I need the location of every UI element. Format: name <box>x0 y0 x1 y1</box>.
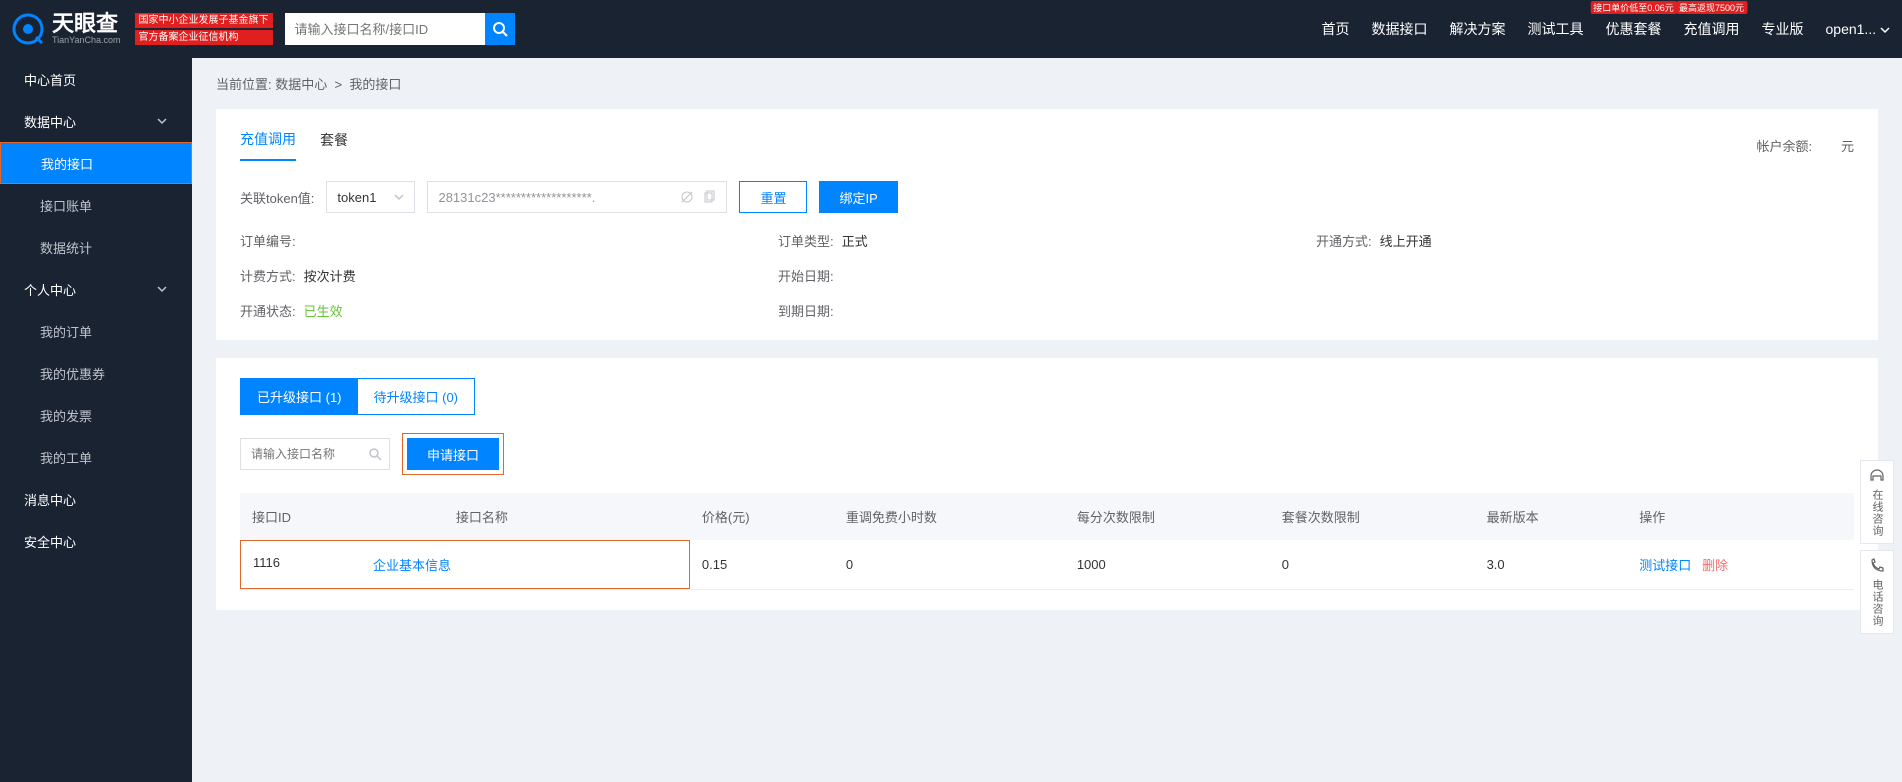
copy-icon[interactable] <box>702 190 716 204</box>
th-free-hours: 重调免费小时数 <box>834 493 1065 540</box>
apply-button-highlight: 申请接口 <box>402 433 504 475</box>
apply-api-button[interactable]: 申请接口 <box>407 438 499 470</box>
action-test[interactable]: 测试接口 <box>1639 558 1691 573</box>
cell-id: 1116 <box>241 541 361 588</box>
sidebar-item-api-bills[interactable]: 接口账单 <box>0 184 192 226</box>
breadcrumb-part-2: 我的接口 <box>349 77 401 92</box>
top-nav: 首页 数据接口 解决方案 测试工具 接口单价低至0.06元 优惠套餐 最高返现7… <box>1322 19 1891 39</box>
cell-free-hours: 0 <box>834 540 1065 590</box>
chevron-down-icon <box>156 283 168 295</box>
sidebar-item-stats[interactable]: 数据统计 <box>0 226 192 268</box>
sidebar-item-my-api[interactable]: 我的接口 <box>0 142 192 184</box>
cell-actions: 测试接口 删除 <box>1627 540 1854 590</box>
filter-row: 申请接口 <box>240 433 1854 475</box>
nav-solutions[interactable]: 解决方案 <box>1450 19 1506 39</box>
cell-price: 0.15 <box>690 540 834 590</box>
cell-name-link[interactable]: 企业基本信息 <box>361 541 463 588</box>
logo-icon <box>12 13 44 45</box>
header-badge-1: 国家中小企业发展子基金旗下 <box>135 13 273 28</box>
float-consult-button[interactable]: 在线咨询 <box>1860 460 1894 544</box>
main-content: 当前位置: 数据中心 > 我的接口 充值调用 套餐 帐户余额: 元 关联toke… <box>192 58 1902 782</box>
sidebar-item-tickets[interactable]: 我的工单 <box>0 436 192 478</box>
tab-package[interactable]: 套餐 <box>320 130 348 160</box>
sidebar-item-orders[interactable]: 我的订单 <box>0 310 192 352</box>
th-package-limit: 套餐次数限制 <box>1270 493 1475 540</box>
sidebar-item-personal[interactable]: 个人中心 <box>0 268 192 310</box>
sidebar-item-coupons[interactable]: 我的优惠券 <box>0 352 192 394</box>
th-version: 最新版本 <box>1475 493 1628 540</box>
search-icon <box>492 21 508 37</box>
phone-icon <box>1868 557 1886 575</box>
header-badges: 国家中小企业发展子基金旗下 官方备案企业征信机构 <box>135 13 273 45</box>
header-badge-2: 官方备案企业征信机构 <box>135 30 273 45</box>
th-price: 价格(元) <box>690 493 834 540</box>
sidebar-item-invoices[interactable]: 我的发票 <box>0 394 192 436</box>
api-info-card: 充值调用 套餐 帐户余额: 元 关联token值: token1 28131c2… <box>216 109 1878 340</box>
float-buttons: 在线咨询 电话咨询 <box>1860 460 1894 634</box>
api-table: 接口ID 接口名称 价格(元) 重调免费小时数 每分次数限制 套餐次数限制 最新… <box>240 493 1854 590</box>
status-value: 已生效 <box>304 301 343 320</box>
token-value-display: 28131c23*******************. <box>427 181 727 213</box>
top-header: 天眼查 TianYanCha.com 国家中小企业发展子基金旗下 官方备案企业征… <box>0 0 1902 58</box>
balance-info: 帐户余额: 元 <box>1756 136 1854 155</box>
nav-data-api[interactable]: 数据接口 <box>1372 19 1428 39</box>
bind-ip-button[interactable]: 绑定IP <box>819 181 897 213</box>
cell-version: 3.0 <box>1475 540 1628 590</box>
sidebar: 中心首页 数据中心 我的接口 接口账单 数据统计 个人中心 我的订单 我的优惠券… <box>0 58 192 782</box>
th-id: 接口ID <box>240 493 444 540</box>
api-list-card: 已升级接口 (1) 待升级接口 (0) 申请接口 接口ID 接口名称 价格( <box>216 358 1878 610</box>
table-row: 1116 企业基本信息 0.15 0 1000 0 3.0 测试接口 删除 <box>240 540 1854 590</box>
reset-button[interactable]: 重置 <box>739 181 807 213</box>
token-label: 关联token值: <box>240 188 314 207</box>
search-icon <box>368 447 382 461</box>
logo-area: 天眼查 TianYanCha.com 国家中小企业发展子基金旗下 官方备案企业征… <box>12 13 273 45</box>
nav-badge-cashback: 最高返现7500元 <box>1676 1 1747 14</box>
logo-subtext: TianYanCha.com <box>52 35 121 45</box>
cell-package-limit: 0 <box>1270 540 1475 590</box>
token-select[interactable]: token1 <box>326 181 415 213</box>
breadcrumb: 当前位置: 数据中心 > 我的接口 <box>216 74 1878 93</box>
th-name: 接口名称 <box>444 493 690 540</box>
upgrade-tabs: 已升级接口 (1) 待升级接口 (0) <box>240 378 475 415</box>
header-search <box>285 13 515 45</box>
th-minute-limit: 每分次数限制 <box>1065 493 1270 540</box>
logo-text: 天眼查 <box>52 11 118 36</box>
nav-recharge[interactable]: 最高返现7500元 充值调用 <box>1684 19 1740 39</box>
cell-minute-limit: 1000 <box>1065 540 1270 590</box>
open-method-value: 线上开通 <box>1380 231 1432 250</box>
info-grid: 订单编号: 订单类型:正式 开通方式:线上开通 计费方式:按次计费 开始日期: … <box>240 231 1854 320</box>
sidebar-item-security[interactable]: 安全中心 <box>0 520 192 562</box>
tab-pending[interactable]: 待升级接口 (0) <box>358 379 475 414</box>
chevron-down-icon <box>394 192 404 202</box>
table-header-row: 接口ID 接口名称 价格(元) 重调免费小时数 每分次数限制 套餐次数限制 最新… <box>240 493 1854 540</box>
headset-icon <box>1868 467 1886 485</box>
eye-off-icon[interactable] <box>680 190 694 204</box>
action-delete[interactable]: 删除 <box>1702 558 1728 573</box>
nav-user[interactable]: open1... <box>1826 21 1891 37</box>
token-row: 关联token值: token1 28131c23***************… <box>240 181 1854 213</box>
th-actions: 操作 <box>1627 493 1854 540</box>
sidebar-item-data-center[interactable]: 数据中心 <box>0 100 192 142</box>
breadcrumb-part-1[interactable]: 数据中心 <box>275 77 327 92</box>
sidebar-item-messages[interactable]: 消息中心 <box>0 478 192 520</box>
nav-packages[interactable]: 接口单价低至0.06元 优惠套餐 <box>1606 19 1662 39</box>
float-phone-button[interactable]: 电话咨询 <box>1860 550 1894 634</box>
tab-recharge[interactable]: 充值调用 <box>240 129 296 161</box>
nav-home[interactable]: 首页 <box>1322 19 1350 39</box>
main-tabs: 充值调用 套餐 帐户余额: 元 <box>240 129 1854 161</box>
nav-badge-discount: 接口单价低至0.06元 <box>1590 1 1677 14</box>
nav-test-tools[interactable]: 测试工具 <box>1528 19 1584 39</box>
order-type-value: 正式 <box>842 231 868 250</box>
sidebar-item-home[interactable]: 中心首页 <box>0 58 192 100</box>
billing-value: 按次计费 <box>304 266 356 285</box>
chevron-down-icon <box>1880 25 1890 35</box>
chevron-down-icon <box>156 115 168 127</box>
search-button[interactable] <box>485 13 515 45</box>
nav-pro[interactable]: 专业版 <box>1762 19 1804 39</box>
tab-upgraded[interactable]: 已升级接口 (1) <box>241 379 358 414</box>
search-input[interactable] <box>285 13 485 45</box>
